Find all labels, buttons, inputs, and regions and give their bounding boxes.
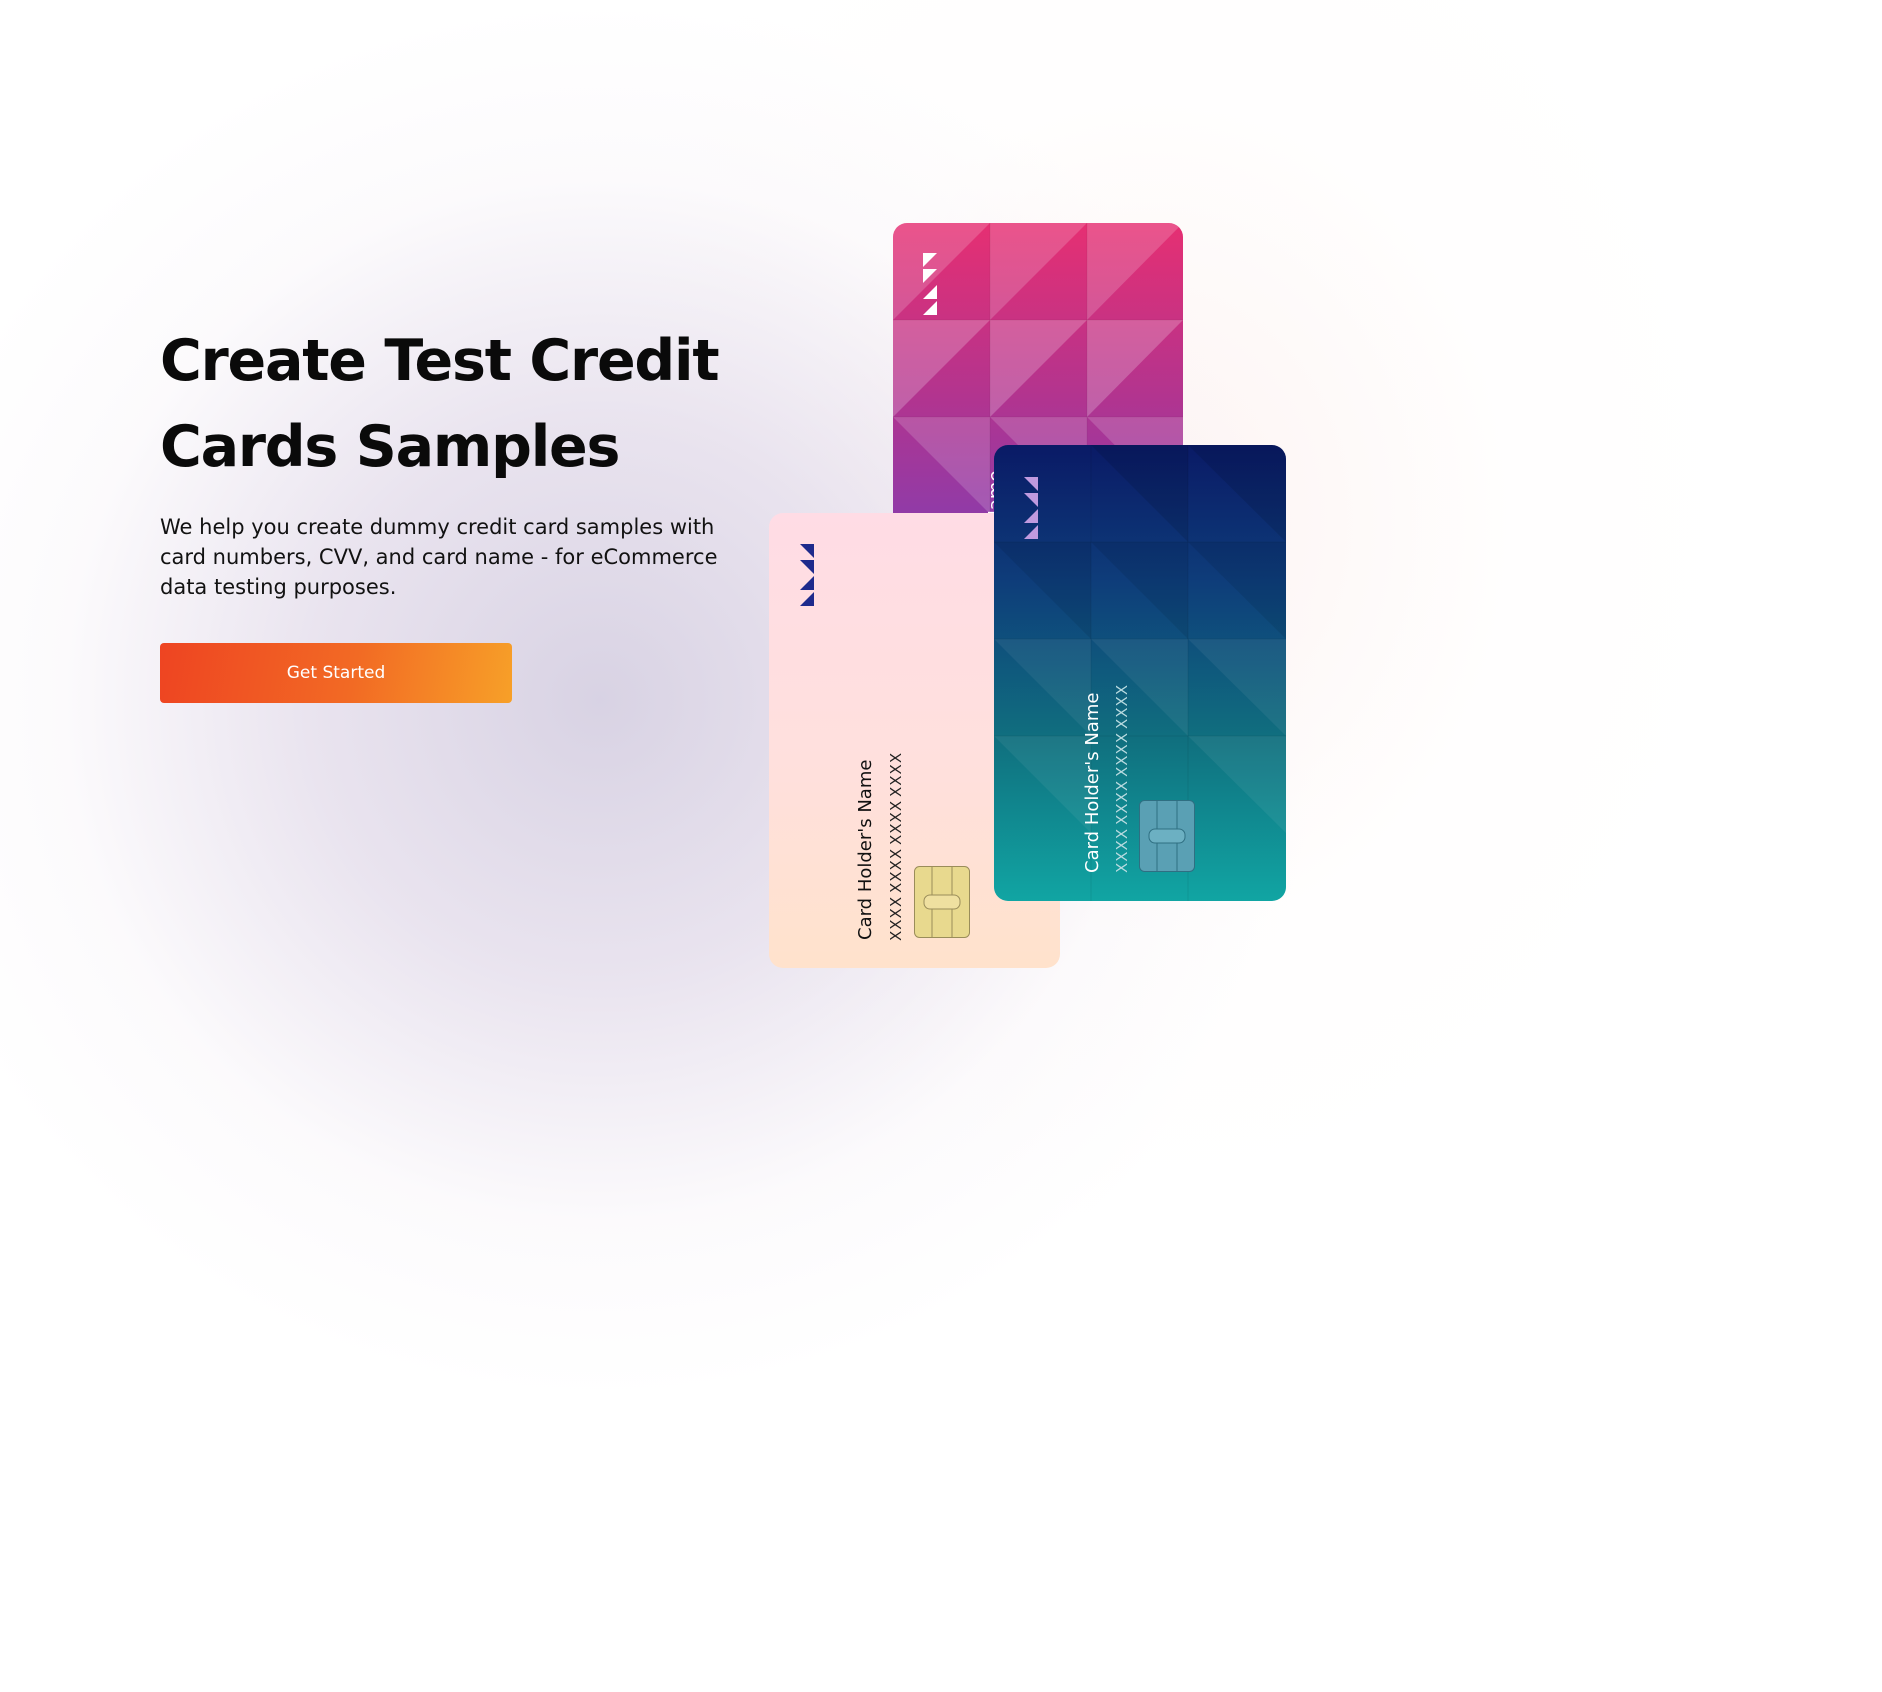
chip-icon: [914, 866, 970, 938]
get-started-button[interactable]: Get Started: [160, 643, 512, 703]
hero-description: We help you create dummy credit card sam…: [160, 515, 718, 599]
card-number-group: XXXX: [1113, 731, 1131, 777]
chip-icon: [1139, 800, 1195, 872]
brand-logo-icon: [1024, 477, 1038, 539]
card-number-group: XXXX: [1113, 827, 1131, 873]
card-number-group: XXXX: [1113, 779, 1131, 825]
card-number-group: XXXX: [887, 847, 905, 893]
brand-logo-icon: [923, 253, 937, 315]
card-number-group: XXXX: [887, 751, 905, 797]
card-holder-name: Card Holder's Name: [1082, 692, 1103, 873]
headline-line-1: Create Test Credit: [160, 328, 720, 394]
headline-line-2: Cards Samples: [160, 414, 620, 480]
card-number-group: XXXX: [887, 799, 905, 845]
card-number-group: XXXX: [1113, 683, 1131, 729]
card-holder-name: Card Holder's Name: [855, 759, 876, 940]
credit-card-teal: Card Holder's Name XXXX XXXX XXXX XXXX: [994, 445, 1286, 901]
card-number-group: XXXX: [887, 895, 905, 941]
brand-logo-icon: [800, 544, 814, 606]
page-title: Create Test Credit Cards Samples: [160, 318, 740, 490]
hero-text: Create Test Credit Cards Samples We help…: [160, 318, 740, 602]
